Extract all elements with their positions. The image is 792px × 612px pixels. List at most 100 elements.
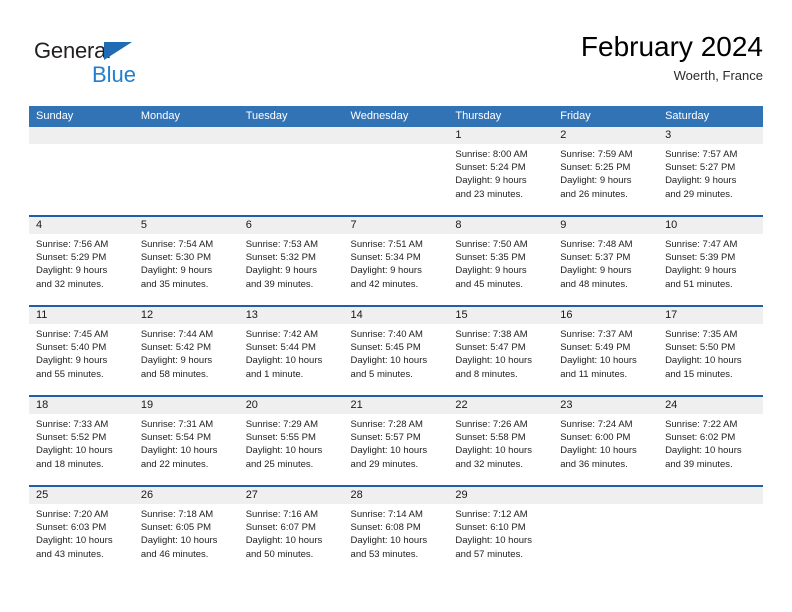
day-number [658, 487, 763, 504]
day-cell: 22 Sunrise: 7:26 AM Sunset: 5:58 PM Dayl… [448, 396, 554, 486]
day-details: Sunrise: 7:20 AM Sunset: 6:03 PM Dayligh… [29, 504, 134, 561]
day-number: 11 [29, 307, 134, 324]
week-row: 11 Sunrise: 7:45 AM Sunset: 5:40 PM Dayl… [29, 306, 763, 396]
sunrise-text: Sunrise: 7:53 AM [245, 239, 319, 250]
daylight-text-line2: and 42 minutes. [350, 278, 419, 290]
daylight-text-line1: Daylight: 10 hours [455, 445, 532, 457]
sunset-text: Sunset: 5:50 PM [665, 342, 736, 354]
day-number: 21 [343, 397, 449, 414]
day-number: 22 [448, 397, 554, 414]
daylight-text-line1: Daylight: 9 hours [36, 355, 108, 367]
day-number: 13 [238, 307, 344, 324]
day-cell [133, 127, 239, 216]
daylight-text-line1: Daylight: 9 hours [140, 265, 213, 277]
day-number: 3 [658, 127, 763, 144]
day-cell [553, 486, 659, 575]
day-details: Sunrise: 7:14 AM Sunset: 6:08 PM Dayligh… [344, 504, 449, 561]
day-cell: 1 Sunrise: 8:00 AM Sunset: 5:24 PM Dayli… [448, 127, 554, 216]
sunset-text: Sunset: 5:35 PM [455, 252, 526, 264]
weekday-header-friday: Friday [553, 106, 659, 127]
day-details: Sunrise: 7:47 AM Sunset: 5:39 PM Dayligh… [658, 234, 763, 291]
sunrise-text: Sunrise: 7:24 AM [560, 419, 633, 430]
sunset-text: Sunset: 6:05 PM [140, 522, 212, 534]
sunrise-text: Sunrise: 7:31 AM [140, 419, 214, 430]
day-details: Sunrise: 7:48 AM Sunset: 5:37 PM Dayligh… [553, 234, 658, 291]
day-cell: 13 Sunrise: 7:42 AM Sunset: 5:44 PM Dayl… [238, 306, 344, 396]
sunset-text: Sunset: 5:34 PM [350, 252, 421, 264]
sunset-text: Sunset: 5:25 PM [560, 162, 631, 174]
day-cell: 27 Sunrise: 7:16 AM Sunset: 6:07 PM Dayl… [238, 486, 344, 575]
sunrise-text: Sunrise: 7:44 AM [140, 329, 214, 340]
day-cell: 14 Sunrise: 7:40 AM Sunset: 5:45 PM Dayl… [343, 306, 449, 396]
daylight-text-line2: and 22 minutes. [140, 458, 209, 470]
sunrise-text: Sunrise: 7:42 AM [245, 329, 319, 340]
day-number: 8 [448, 217, 554, 234]
day-number: 20 [238, 397, 344, 414]
day-cell: 23 Sunrise: 7:24 AM Sunset: 6:00 PM Dayl… [553, 396, 659, 486]
day-number: 10 [658, 217, 763, 234]
day-cell [343, 127, 449, 216]
daylight-text-line2: and 29 minutes. [350, 458, 419, 470]
sunrise-text: Sunrise: 7:48 AM [560, 239, 633, 250]
daylight-text-line1: Daylight: 9 hours [140, 355, 213, 367]
daylight-text-line1: Daylight: 9 hours [36, 265, 108, 277]
day-details: Sunrise: 7:50 AM Sunset: 5:35 PM Dayligh… [448, 234, 553, 291]
day-cell: 4 Sunrise: 7:56 AM Sunset: 5:29 PM Dayli… [29, 216, 134, 306]
sunset-text: Sunset: 5:32 PM [245, 252, 316, 264]
weekday-header-sunday: Sunday [29, 106, 134, 127]
daylight-text-line2: and 39 minutes. [245, 278, 314, 290]
day-details: Sunrise: 7:26 AM Sunset: 5:58 PM Dayligh… [448, 414, 553, 471]
day-number: 6 [238, 217, 344, 234]
day-details: Sunrise: 7:29 AM Sunset: 5:55 PM Dayligh… [239, 414, 344, 471]
weekday-header-row: Sunday Monday Tuesday Wednesday Thursday… [29, 106, 763, 127]
daylight-text-line2: and 51 minutes. [665, 278, 733, 290]
daylight-text-line1: Daylight: 10 hours [560, 355, 637, 367]
day-cell: 21 Sunrise: 7:28 AM Sunset: 5:57 PM Dayl… [343, 396, 449, 486]
week-row: 1 Sunrise: 8:00 AM Sunset: 5:24 PM Dayli… [29, 127, 763, 216]
day-number: 7 [343, 217, 449, 234]
day-details: Sunrise: 7:44 AM Sunset: 5:42 PM Dayligh… [134, 324, 239, 381]
day-details: Sunrise: 7:12 AM Sunset: 6:10 PM Dayligh… [448, 504, 553, 561]
daylight-text-line2: and 26 minutes. [560, 188, 628, 200]
daylight-text-line2: and 53 minutes. [350, 548, 419, 560]
daylight-text-line1: Daylight: 10 hours [140, 535, 218, 547]
daylight-text-line2: and 35 minutes. [140, 278, 209, 290]
day-number: 14 [343, 307, 449, 324]
day-number: 23 [553, 397, 659, 414]
weekday-header-saturday: Saturday [658, 106, 763, 127]
daylight-text-line1: Daylight: 9 hours [665, 265, 737, 277]
daylight-text-line1: Daylight: 10 hours [350, 355, 428, 367]
day-number: 26 [133, 487, 239, 504]
daylight-text-line1: Daylight: 10 hours [245, 445, 323, 457]
daylight-text-line2: and 50 minutes. [245, 548, 314, 560]
calendar-page: General Blue February 2024 Woerth, Franc… [0, 0, 792, 612]
sunset-text: Sunset: 5:29 PM [36, 252, 107, 264]
day-cell: 12 Sunrise: 7:44 AM Sunset: 5:42 PM Dayl… [133, 306, 239, 396]
daylight-text-line1: Daylight: 10 hours [140, 445, 218, 457]
day-details: Sunrise: 7:45 AM Sunset: 5:40 PM Dayligh… [29, 324, 134, 381]
day-number: 25 [29, 487, 134, 504]
day-cell: 16 Sunrise: 7:37 AM Sunset: 5:49 PM Dayl… [553, 306, 659, 396]
day-cell: 20 Sunrise: 7:29 AM Sunset: 5:55 PM Dayl… [238, 396, 344, 486]
day-cell: 25 Sunrise: 7:20 AM Sunset: 6:03 PM Dayl… [29, 486, 134, 575]
sunset-text: Sunset: 5:47 PM [455, 342, 526, 354]
weekday-header-thursday: Thursday [448, 106, 554, 127]
daylight-text-line1: Daylight: 9 hours [455, 175, 527, 187]
logo-text-blue: Blue [92, 62, 137, 87]
daylight-text-line1: Daylight: 9 hours [560, 175, 632, 187]
day-number: 9 [553, 217, 659, 234]
sunrise-text: Sunrise: 8:00 AM [455, 149, 528, 160]
day-details: Sunrise: 7:59 AM Sunset: 5:25 PM Dayligh… [553, 144, 658, 201]
day-number: 12 [133, 307, 239, 324]
day-cell: 26 Sunrise: 7:18 AM Sunset: 6:05 PM Dayl… [133, 486, 239, 575]
sunset-text: Sunset: 5:24 PM [455, 162, 526, 174]
daylight-text-line2: and 48 minutes. [560, 278, 628, 290]
week-row: 4 Sunrise: 7:56 AM Sunset: 5:29 PM Dayli… [29, 216, 763, 306]
sunrise-text: Sunrise: 7:54 AM [140, 239, 214, 250]
sunrise-text: Sunrise: 7:57 AM [665, 149, 738, 160]
sunset-text: Sunset: 6:00 PM [560, 432, 631, 444]
sunrise-text: Sunrise: 7:35 AM [665, 329, 738, 340]
calendar-table: Sunday Monday Tuesday Wednesday Thursday… [29, 106, 763, 575]
day-cell: 2 Sunrise: 7:59 AM Sunset: 5:25 PM Dayli… [553, 127, 659, 216]
day-details [134, 144, 239, 148]
